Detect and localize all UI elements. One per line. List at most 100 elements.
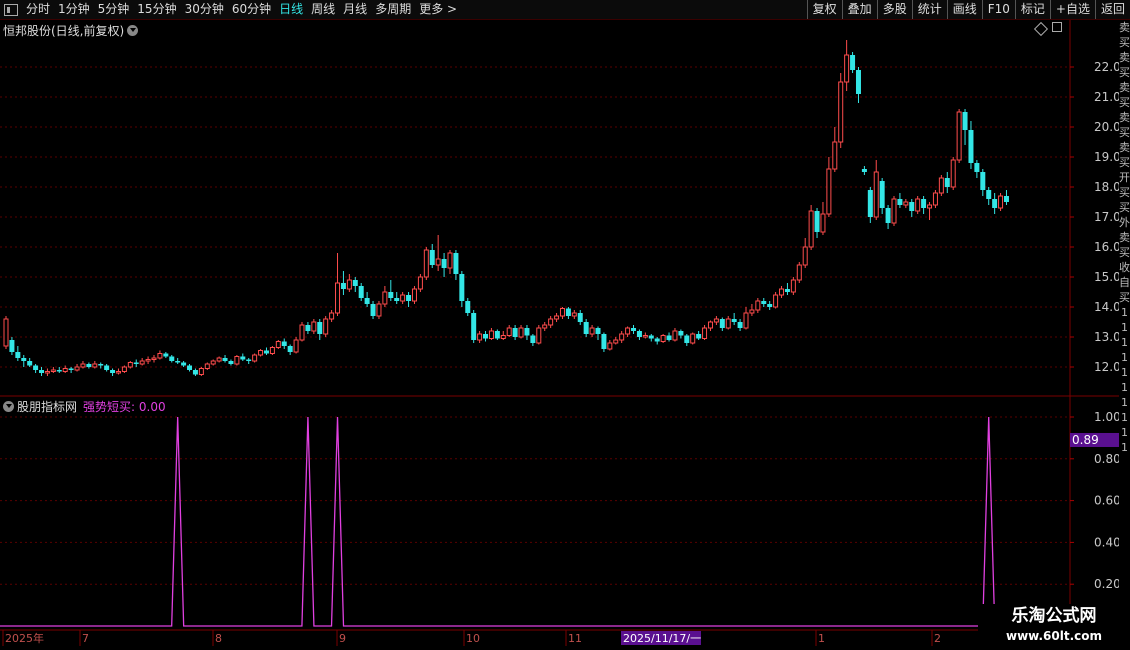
- candle: [678, 329, 684, 339]
- candle: [719, 317, 725, 331]
- candle-body: [743, 312, 749, 329]
- side-strip-char: 1: [1121, 351, 1128, 364]
- candle-body: [631, 328, 637, 331]
- candle-body: [187, 365, 193, 370]
- candle: [417, 274, 423, 292]
- candle: [773, 292, 779, 309]
- candle-body: [619, 333, 625, 341]
- candle: [690, 332, 696, 345]
- candle-body: [820, 213, 826, 233]
- candle: [483, 331, 489, 342]
- candle-body: [861, 169, 867, 172]
- candle-body: [133, 362, 139, 364]
- candle-body: [962, 112, 968, 130]
- candle: [275, 340, 281, 349]
- candle-body: [400, 294, 406, 302]
- candle-body: [151, 357, 157, 360]
- candle-body: [228, 361, 234, 364]
- candle: [358, 283, 364, 301]
- candle: [554, 313, 560, 322]
- current-value-label: 0.89: [1072, 433, 1099, 447]
- candle: [435, 235, 441, 271]
- candle: [524, 325, 530, 340]
- side-strip-char: 卖: [1119, 51, 1130, 64]
- candle: [850, 52, 856, 73]
- candle-body: [459, 274, 465, 301]
- candle-body: [234, 356, 240, 365]
- candle: [808, 205, 814, 250]
- candle: [323, 316, 329, 337]
- candle: [352, 277, 358, 292]
- candle-body: [980, 172, 986, 190]
- candle: [702, 325, 708, 340]
- candle-body: [613, 339, 619, 344]
- candle: [950, 157, 956, 190]
- candle: [305, 322, 311, 334]
- candle: [471, 310, 477, 343]
- candle-body: [216, 357, 222, 362]
- candle: [139, 358, 145, 366]
- candle: [441, 253, 447, 277]
- candle: [376, 301, 382, 319]
- side-strip-char: 卖: [1119, 141, 1130, 154]
- side-info-strip: 卖买卖买卖买卖买卖买开买买外卖买收自买1111111111: [1119, 20, 1130, 630]
- watermark-title: 乐淘公式网: [1011, 606, 1097, 626]
- candle: [938, 175, 944, 196]
- date-label: 1: [818, 632, 825, 645]
- candle-body: [808, 210, 814, 248]
- candle-body: [423, 249, 429, 278]
- candle: [743, 307, 749, 330]
- candle-body: [1003, 196, 1009, 202]
- candle: [447, 250, 453, 274]
- candle-body: [577, 313, 583, 322]
- candle-body: [494, 331, 500, 339]
- candle: [329, 310, 335, 322]
- side-strip-char: 买: [1119, 186, 1130, 199]
- candle-body: [636, 331, 642, 337]
- candle: [394, 292, 400, 304]
- candle: [885, 205, 891, 229]
- candle: [790, 277, 796, 295]
- candle-body: [252, 354, 258, 362]
- candle: [779, 286, 785, 298]
- candle-body: [802, 246, 808, 266]
- date-label: 11: [568, 632, 582, 645]
- candle: [980, 169, 986, 196]
- candle: [613, 337, 619, 345]
- candle-body: [127, 362, 133, 368]
- stock-chart[interactable]: 22.0021.0020.0019.0018.0017.0016.0015.00…: [0, 0, 1130, 650]
- candle-body: [601, 334, 607, 349]
- candle: [542, 322, 548, 331]
- candle-body: [642, 335, 648, 338]
- candle-body: [56, 370, 62, 372]
- candle-body: [376, 303, 382, 317]
- candle-body: [512, 328, 518, 337]
- candle: [181, 361, 187, 367]
- candle-body: [832, 141, 838, 170]
- candle: [601, 332, 607, 352]
- candle: [477, 331, 483, 343]
- candle: [755, 298, 761, 313]
- indicator-tick-label: 0.80: [1094, 452, 1121, 466]
- candle-body: [15, 352, 21, 358]
- candle-body: [483, 334, 489, 339]
- candle-body: [340, 283, 346, 289]
- candle: [897, 193, 903, 208]
- candle-body: [992, 199, 998, 208]
- indicator-tick-label: 0.20: [1094, 577, 1121, 591]
- candle-body: [725, 318, 731, 329]
- candle: [44, 368, 50, 376]
- candle-body: [536, 327, 542, 344]
- side-strip-char: 卖: [1119, 231, 1130, 244]
- candle: [684, 334, 690, 346]
- candle: [74, 364, 80, 372]
- candle: [204, 362, 210, 370]
- side-strip-char: 自: [1119, 276, 1130, 289]
- candle-body: [169, 356, 175, 361]
- candle-body: [524, 328, 530, 336]
- candle: [133, 359, 139, 367]
- signal-line: [0, 416, 1070, 627]
- candle: [335, 253, 341, 316]
- candle: [56, 367, 62, 373]
- candle: [530, 334, 536, 346]
